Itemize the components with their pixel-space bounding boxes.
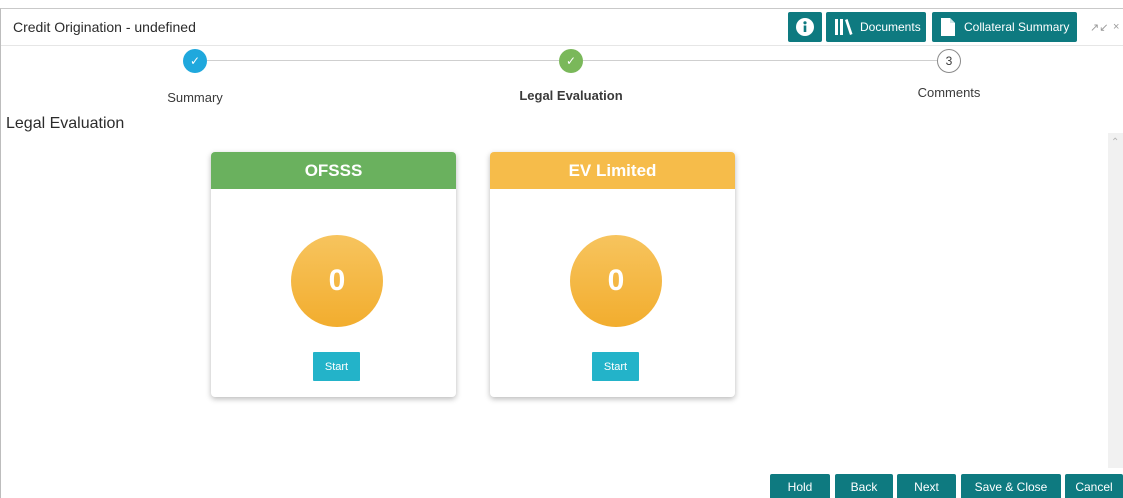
info-button[interactable]	[788, 12, 822, 42]
step-legal-evaluation-marker[interactable]: ✓	[559, 49, 583, 73]
close-icon[interactable]: ×	[1113, 21, 1119, 33]
scroll-up-icon[interactable]: ⌃	[1111, 137, 1119, 148]
step-number: 3	[945, 54, 953, 68]
card-header: EV Limited	[490, 152, 735, 189]
minimize-icon[interactable]: ↗↙	[1090, 21, 1108, 34]
start-button[interactable]: Start	[313, 352, 360, 381]
evaluation-card: EV Limited 0 Start	[490, 152, 735, 397]
save-close-button[interactable]: Save & Close	[961, 474, 1061, 498]
card-header: OFSSS	[211, 152, 456, 189]
document-icon	[941, 18, 955, 36]
evaluation-card: OFSSS 0 Start	[211, 152, 456, 397]
window-title: Credit Origination - undefined	[13, 19, 196, 35]
card-title: OFSSS	[304, 160, 363, 180]
back-button[interactable]: Back	[835, 474, 893, 498]
checkmark-icon: ✓	[565, 54, 577, 68]
cancel-button[interactable]: Cancel	[1065, 474, 1123, 498]
next-button[interactable]: Next	[897, 474, 956, 498]
section-title: Legal Evaluation	[6, 115, 125, 132]
window-header: Credit Origination - undefined Documents…	[1, 9, 1123, 46]
documents-label: Documents	[860, 20, 921, 34]
step-summary-label[interactable]: Summary	[167, 90, 223, 105]
collateral-summary-label: Collateral Summary	[964, 20, 1070, 34]
vertical-scrollbar[interactable]: ⌃	[1108, 133, 1123, 468]
start-button[interactable]: Start	[592, 352, 639, 381]
info-icon	[796, 18, 814, 36]
step-legal-evaluation-label[interactable]: Legal Evaluation	[519, 88, 622, 103]
hold-button[interactable]: Hold	[770, 474, 830, 498]
step-comments-label[interactable]: Comments	[918, 85, 981, 100]
step-summary-marker[interactable]: ✓	[183, 49, 207, 73]
library-icon	[835, 19, 853, 35]
step-comments-marker[interactable]: 3	[937, 49, 961, 73]
stepper-connector	[583, 60, 937, 61]
checkmark-icon: ✓	[189, 54, 201, 68]
count-badge: 0	[291, 235, 383, 327]
collateral-summary-button[interactable]: Collateral Summary	[932, 12, 1077, 42]
stepper-connector	[207, 60, 559, 61]
card-title: EV Limited	[568, 160, 657, 180]
documents-button[interactable]: Documents	[826, 12, 926, 42]
count-badge: 0	[570, 235, 662, 327]
